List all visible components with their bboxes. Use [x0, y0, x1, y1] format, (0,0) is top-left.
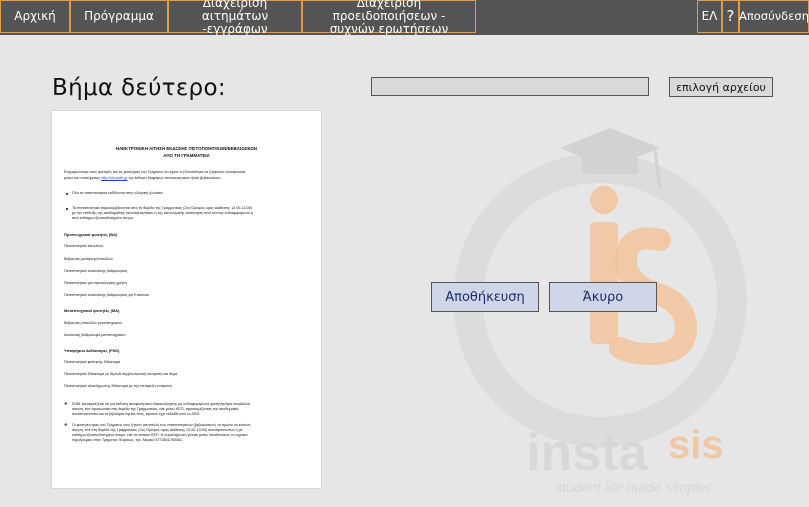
doc-ma-item: Αναλυτική βαθμολογία μεταπτυχιακού — [64, 333, 126, 337]
nav-schedule-label: Πρόγραμμα — [84, 9, 154, 23]
language-toggle[interactable]: ΕΛ — [697, 0, 722, 33]
doc-bullet1: Όλα τα πιστοποιητικά εκδίδονται στην ελλ… — [72, 191, 164, 195]
doc-note2-line3: επίσημα εξουσιοδοτημένο άτομο, είτε σε κ… — [72, 433, 248, 437]
nav-requests-documents[interactable]: Διαχείριση αιτημάτων -εγγράφων — [168, 0, 302, 36]
logout-label: Αποσύνδεση — [738, 9, 809, 23]
doc-note1-line2: αίτηση, είτε προσωπικά στη θυρίδα της Γρ… — [72, 407, 239, 411]
nav-schedule[interactable]: Πρόγραμμα — [70, 0, 168, 33]
nav-warnings-label-line1: Διαχείριση προειδοποιήσεων - — [332, 0, 446, 23]
save-button[interactable]: Αποθήκευση — [431, 282, 539, 312]
doc-ba-item: Πιστοποιητικό αναλυτικής βαθμολογίας — [64, 269, 128, 273]
doc-note2-line1: Οι φοιτητές/τριες του Τμήματος που ζητού… — [72, 423, 251, 427]
choose-file-button[interactable]: επιλογή αρχείου — [669, 77, 773, 97]
nav-warnings-label-line2: συχνών ερωτήσεων — [329, 22, 449, 36]
doc-ma-item: Βεβαίωση σπουδών μεταπτυχιακού — [64, 321, 123, 325]
doc-intro-line2: μέσω του συστήματος http://sis.auth.gr τ… — [64, 176, 222, 180]
doc-section-ba: Προπτυχιακοί φοιτητές (BA) — [64, 232, 118, 237]
nav-warnings-faq[interactable]: Διαχείριση προειδοποιήσεων - συχνών ερωτ… — [302, 0, 476, 36]
doc-ba-item: Πιστοποιητικό σπουδών — [64, 244, 104, 248]
doc-bullet2-line2: με την επίδειξη της ακαδημαϊκής ταυτότητ… — [72, 211, 254, 215]
nav-home-label: Αρχική — [14, 9, 56, 23]
svg-text:sis: sis — [668, 423, 724, 467]
doc-ba-item: Πιστοποιητικό αναλυτικής βαθμολογίας για… — [64, 293, 149, 297]
doc-ba-item: Βεβαίωση φοίτησης/σπουδών — [64, 257, 113, 261]
doc-ba-item: Πιστοποιητικό για στρατολογική χρήση — [64, 281, 127, 285]
doc-phd-item: Πιστοποιητικό φοίτησης διδάκτορα — [64, 360, 121, 364]
doc-phd-item: Πιστοποιητικό διδάκτορα με δηλωθ συμβουλ… — [64, 372, 178, 376]
cancel-button[interactable]: Άκυρο — [549, 282, 657, 312]
doc-note2-line4: ταχυδρομείο στην Τμήματος Πειραιώς, τηλ.… — [72, 438, 184, 442]
language-label: ΕΛ — [701, 9, 718, 23]
document-preview: ΗΛΕΚΤΡΟΝΙΚΗ ΑΙΤΗΣΗ ΕΚΔΟΣΗΣ ΠΙΣΤΟΠΟΙΗΤΙΚΩ… — [52, 111, 321, 488]
doc-bullet-dot — [66, 208, 68, 210]
doc-diamond-bullet: ❖ — [64, 422, 68, 427]
doc-title-line1: ΗΛΕΚΤΡΟΝΙΚΗ ΑΙΤΗΣΗ ΕΚΔΟΣΗΣ ΠΙΣΤΟΠΟΙΗΤΙΚΩ… — [116, 146, 257, 151]
doc-bullet2-line3: από επίσημα εξουσιοδοτημένο άτομο. — [72, 216, 134, 220]
doc-bullet2-line1: Τα πιστοποιητικά παραλαμβάνονται από τη … — [72, 206, 252, 210]
doc-bullet-dot — [66, 193, 68, 195]
doc-note1-line3: ταυτότητα/πάσο και τα βιβλιάρια υγείας τ… — [72, 412, 201, 416]
doc-diamond-bullet: ❖ — [64, 401, 68, 406]
graduation-cap-icon — [560, 128, 662, 191]
step-title: Βήμα δεύτερο: — [52, 75, 226, 101]
nav-home[interactable]: Αρχική — [0, 0, 70, 33]
top-navigation-bar: Αρχική Πρόγραμμα Διαχείριση αιτημάτων -ε… — [0, 0, 809, 36]
doc-phd-item: Πιστοποιητικό ολοκλήρωσης διδάκτορα με τ… — [64, 384, 172, 388]
file-path-field[interactable] — [371, 77, 649, 96]
logout-button[interactable]: Αποσύνδεση — [739, 0, 809, 33]
svg-text:insta: insta — [526, 424, 648, 482]
help-button[interactable]: ? — [722, 0, 739, 33]
doc-title-line2: ΑΠΟ ΤΗ ΓΡΑΜΜΑΤΕΙΑ — [163, 153, 210, 158]
doc-note1-line1: ΣΗΜ. Διευκρινίζεται ότι για έκδοση αποφο… — [72, 402, 251, 406]
nav-requests-label-line2: αιτημάτων -εγγράφων — [201, 9, 269, 36]
doc-section-ma: Μεταπτυχιακοί φοιτητές (MA) — [64, 308, 120, 313]
doc-note2-line2: αίτηση, είτε στη θυρίδα της Γραμματείας … — [72, 428, 243, 432]
help-icon: ? — [726, 7, 735, 25]
doc-section-phd: Υποψήφιοι Διδάκτορες (PhD) — [64, 348, 120, 353]
doc-intro-line1: Ενημερώνουμε τους φοιτητές και τις φοιτή… — [64, 170, 247, 174]
svg-text:student life made simpler: student life made simpler — [555, 479, 712, 495]
doc-intro-link[interactable]: http://sis.auth.gr — [101, 176, 127, 180]
